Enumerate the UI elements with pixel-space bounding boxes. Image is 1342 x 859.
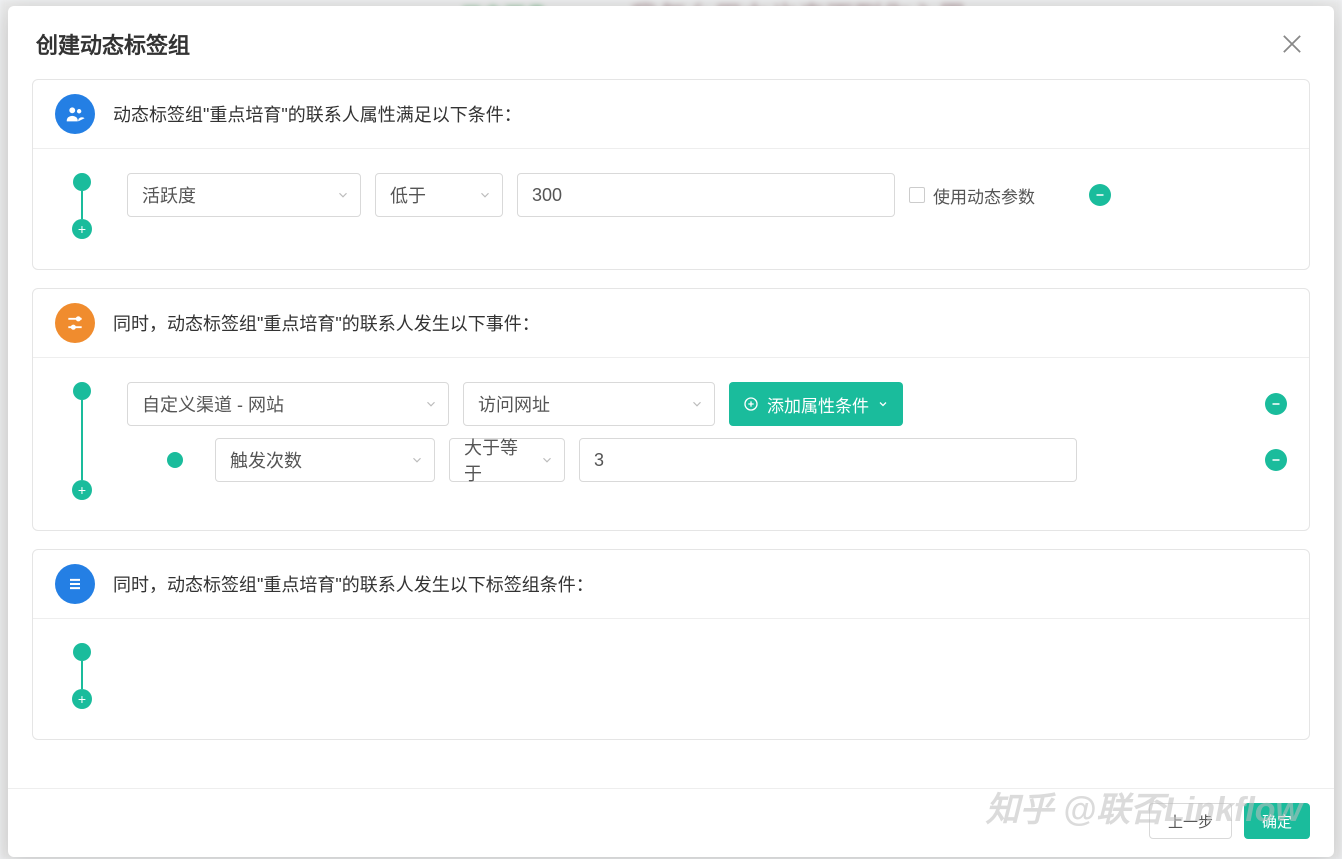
list-icon [55,564,95,604]
attribute-condition-section: 动态标签组"重点培育"的联系人属性满足以下条件： + 活跃度 [32,79,1310,270]
modal-header: 创建动态标签组 [8,6,1334,79]
rail-dot [73,382,91,400]
contacts-icon [55,94,95,134]
section-title: 同时，动态标签组"重点培育"的联系人发生以下事件： [113,310,540,336]
section-header: 同时，动态标签组"重点培育"的联系人发生以下标签组条件： [33,550,1309,619]
button-label: 添加属性条件 [767,392,869,417]
event-condition-row: 自定义渠道 - 网站 访问网址 添加属性条件 [127,382,1287,426]
event-metric-value-input[interactable] [579,438,1077,482]
minus-icon [1270,398,1282,410]
attribute-value-input[interactable] [517,173,895,217]
chevron-down-icon [336,188,350,202]
modal-footer: 上一步 确定 [8,788,1334,857]
rail-dot [73,173,91,191]
chevron-down-icon [690,397,704,411]
checkbox-box [909,187,925,203]
button-label: 确定 [1262,811,1292,832]
select-value: 访问网址 [478,391,550,417]
rail-dot [73,643,91,661]
select-value: 大于等于 [464,434,530,486]
attribute-operator-select[interactable]: 低于 [375,173,503,217]
add-attribute-condition-button[interactable]: 添加属性条件 [729,382,903,426]
section-header: 同时，动态标签组"重点培育"的联系人发生以下事件： [33,289,1309,358]
checkbox-label: 使用动态参数 [933,183,1035,208]
chevron-down-icon [410,453,424,467]
plus-circle-icon [743,396,759,412]
chevron-down-icon [478,188,492,202]
modal-body: 动态标签组"重点培育"的联系人属性满足以下条件： + 活跃度 [8,79,1334,788]
minus-icon [1270,454,1282,466]
event-metric-operator-select[interactable]: 大于等于 [449,438,565,482]
event-metric-select[interactable]: 触发次数 [215,438,435,482]
condition-rail: + [67,173,97,239]
button-label: 上一步 [1168,811,1213,832]
chevron-down-icon [424,397,438,411]
filter-settings-icon [55,303,95,343]
add-condition-button[interactable]: + [72,689,92,709]
chevron-down-icon [540,453,554,467]
minus-icon [1094,189,1106,201]
add-condition-button[interactable]: + [72,480,92,500]
prev-step-button[interactable]: 上一步 [1149,803,1232,839]
attribute-field-select[interactable]: 活跃度 [127,173,361,217]
confirm-button[interactable]: 确定 [1244,803,1310,839]
event-type-select[interactable]: 访问网址 [463,382,715,426]
section-title: 同时，动态标签组"重点培育"的联系人发生以下标签组条件： [113,571,594,597]
select-value: 自定义渠道 - 网站 [142,391,284,417]
modal-title: 创建动态标签组 [36,28,190,60]
create-dynamic-tag-group-modal: 创建动态标签组 动态标签组"重点培育"的联系人属性满足以下条件： + [8,6,1334,857]
select-value: 低于 [390,182,426,208]
chevron-down-icon [877,398,889,410]
close-icon [1278,30,1306,58]
event-condition-section: 同时，动态标签组"重点培育"的联系人发生以下事件： + 自定义渠道 - 网站 [32,288,1310,531]
condition-rail: + [67,382,97,500]
section-title: 动态标签组"重点培育"的联系人属性满足以下条件： [113,101,522,127]
select-value: 触发次数 [230,447,302,473]
condition-rail: + [67,643,97,709]
close-button[interactable] [1278,30,1306,58]
section-header: 动态标签组"重点培育"的联系人属性满足以下条件： [33,80,1309,149]
sub-rail-dot [167,452,183,468]
tag-group-condition-section: 同时，动态标签组"重点培育"的联系人发生以下标签组条件： + [32,549,1310,740]
attribute-condition-row: 活跃度 低于 使用动态参数 [127,173,1287,217]
add-condition-button[interactable]: + [72,219,92,239]
remove-condition-button[interactable] [1089,184,1111,206]
event-sub-condition-row: 触发次数 大于等于 [167,438,1287,482]
event-channel-select[interactable]: 自定义渠道 - 网站 [127,382,449,426]
remove-sub-condition-button[interactable] [1265,449,1287,471]
select-value: 活跃度 [142,182,196,208]
remove-condition-button[interactable] [1265,393,1287,415]
dynamic-param-checkbox[interactable]: 使用动态参数 [909,183,1035,208]
